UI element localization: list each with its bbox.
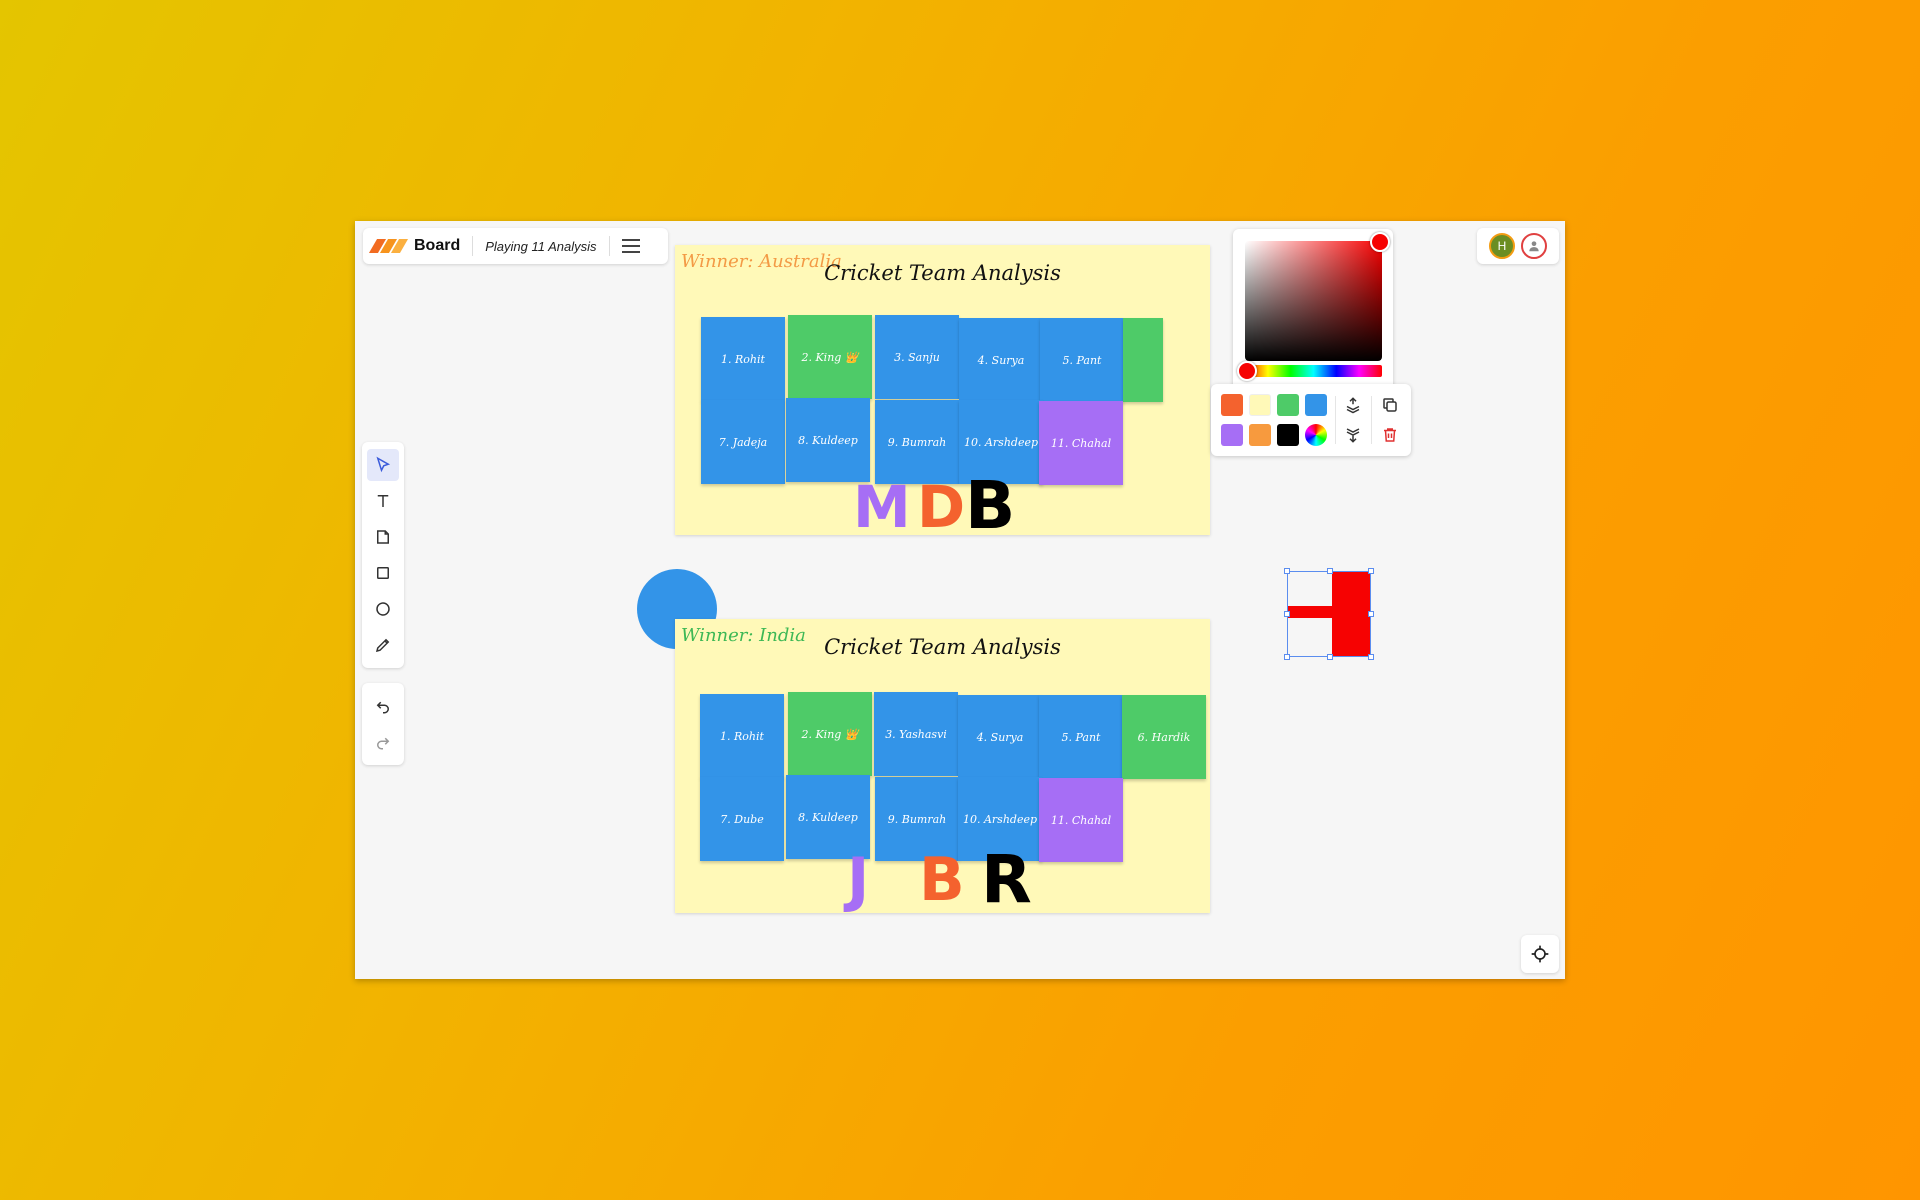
sticky-note[interactable]: 9. Bumrah bbox=[875, 400, 959, 484]
sticky-note[interactable]: 2. King 👑 bbox=[788, 692, 872, 776]
undo-button[interactable] bbox=[367, 690, 399, 722]
hue-handle[interactable] bbox=[1237, 361, 1257, 381]
sticky-note[interactable]: 8. Kuldeep bbox=[786, 398, 870, 482]
saturation-handle[interactable] bbox=[1370, 232, 1390, 252]
select-tool-button[interactable] bbox=[367, 449, 399, 481]
resize-handle[interactable] bbox=[1284, 654, 1290, 660]
selection-box bbox=[1284, 568, 1374, 660]
trash-icon[interactable] bbox=[1379, 424, 1401, 446]
sticky-note[interactable]: 1. Rohit bbox=[701, 317, 785, 401]
drawing-stroke[interactable]: D bbox=[917, 473, 965, 541]
board-title: Cricket Team Analysis bbox=[824, 635, 1061, 659]
pencil-tool-button[interactable] bbox=[367, 629, 399, 661]
header-divider bbox=[608, 236, 610, 256]
style-palette bbox=[1211, 384, 1411, 456]
avatar[interactable] bbox=[1521, 233, 1547, 259]
color-swatch-purple[interactable] bbox=[1221, 424, 1243, 446]
sticky-note-tool-button[interactable] bbox=[367, 521, 399, 553]
saturation-area[interactable] bbox=[1245, 232, 1390, 361]
sticky-note[interactable]: 3. Yashasvi bbox=[874, 692, 958, 776]
board-name[interactable]: Playing 11 Analysis bbox=[485, 239, 596, 254]
sticky-note[interactable]: 7. Jadeja bbox=[701, 400, 785, 484]
color-swatch-orange[interactable] bbox=[1221, 394, 1243, 416]
color-swatch-black[interactable] bbox=[1277, 424, 1299, 446]
pencil-icon bbox=[375, 638, 390, 653]
bring-forward-icon[interactable] bbox=[1342, 394, 1364, 416]
drawing-stroke[interactable]: B bbox=[919, 845, 965, 915]
resize-handle[interactable] bbox=[1368, 611, 1374, 617]
sticky-note-icon bbox=[377, 530, 389, 544]
menu-icon[interactable] bbox=[621, 239, 640, 253]
color-swatch-yellow[interactable] bbox=[1249, 394, 1271, 416]
circle-icon bbox=[376, 602, 390, 616]
resize-handle[interactable] bbox=[1284, 568, 1290, 574]
logo-icon bbox=[368, 239, 409, 253]
resize-handle[interactable] bbox=[1368, 654, 1374, 660]
sticky-note[interactable]: 4. Surya bbox=[959, 318, 1043, 402]
duplicate-icon[interactable] bbox=[1379, 394, 1401, 416]
app-header: Board Playing 11 Analysis bbox=[363, 228, 668, 264]
board-frame-india[interactable]: Winner: India Cricket Team Analysis 1. R… bbox=[675, 619, 1210, 918]
drawing-stroke[interactable]: B bbox=[965, 467, 1015, 544]
sticky-note[interactable]: 5. Pant bbox=[1040, 318, 1124, 402]
sticky-note[interactable]: 5. Pant bbox=[1039, 695, 1123, 779]
drawing-stroke[interactable]: J bbox=[847, 845, 869, 915]
tools-toolbar bbox=[362, 442, 404, 668]
redo-button[interactable] bbox=[367, 726, 399, 758]
undo-icon bbox=[376, 701, 389, 714]
color-swatch-blue[interactable] bbox=[1305, 394, 1327, 416]
sticky-note[interactable]: 6. Hardik bbox=[1122, 695, 1206, 779]
text-icon bbox=[377, 495, 389, 507]
resize-handle[interactable] bbox=[1327, 568, 1333, 574]
square-icon bbox=[377, 567, 389, 579]
ellipse-tool-button[interactable] bbox=[367, 593, 399, 625]
header-divider bbox=[472, 236, 474, 256]
board-title: Cricket Team Analysis bbox=[824, 261, 1061, 285]
sticky-note[interactable]: 11. Chahal bbox=[1039, 401, 1123, 485]
redo-icon bbox=[377, 737, 390, 750]
color-swatch-green[interactable] bbox=[1277, 394, 1299, 416]
resize-handle[interactable] bbox=[1368, 568, 1374, 574]
rectangle-tool-button[interactable] bbox=[367, 557, 399, 589]
drawing-stroke[interactable]: R bbox=[981, 841, 1032, 918]
history-toolbar bbox=[362, 683, 404, 765]
resize-handle[interactable] bbox=[1327, 654, 1333, 660]
user-icon bbox=[1529, 241, 1539, 252]
avatar[interactable]: H bbox=[1489, 233, 1515, 259]
sticky-note[interactable] bbox=[1123, 318, 1163, 402]
sticky-note[interactable]: 1. Rohit bbox=[700, 694, 784, 778]
resize-handle[interactable] bbox=[1284, 611, 1290, 617]
custom-color-icon[interactable] bbox=[1305, 424, 1327, 446]
hue-slider[interactable] bbox=[1237, 361, 1382, 381]
cursor-icon bbox=[376, 456, 391, 473]
board-frame-australia[interactable]: Winner: Australia Cricket Team Analysis … bbox=[675, 245, 1210, 544]
brand-name: Board bbox=[414, 237, 461, 254]
collaborators: H bbox=[1477, 228, 1559, 264]
sticky-note[interactable]: 2. King 👑 bbox=[788, 315, 872, 399]
palette-divider bbox=[1371, 396, 1372, 444]
palette-divider bbox=[1335, 396, 1336, 444]
whiteboard-app: Board Playing 11 Analysis H Winner: Aust… bbox=[355, 221, 1565, 979]
text-tool-button[interactable] bbox=[367, 485, 399, 517]
sticky-note[interactable]: 4. Surya bbox=[958, 695, 1042, 779]
send-backward-icon[interactable] bbox=[1342, 424, 1364, 446]
sticky-note[interactable]: 11. Chahal bbox=[1039, 778, 1123, 862]
sticky-note[interactable]: 7. Dube bbox=[700, 777, 784, 861]
sticky-note[interactable]: 3. Sanju bbox=[875, 315, 959, 399]
drawing-stroke[interactable]: M bbox=[853, 473, 911, 541]
recenter-button[interactable] bbox=[1521, 935, 1559, 973]
crosshair-icon bbox=[1531, 945, 1549, 963]
color-swatch-light-orange[interactable] bbox=[1249, 424, 1271, 446]
